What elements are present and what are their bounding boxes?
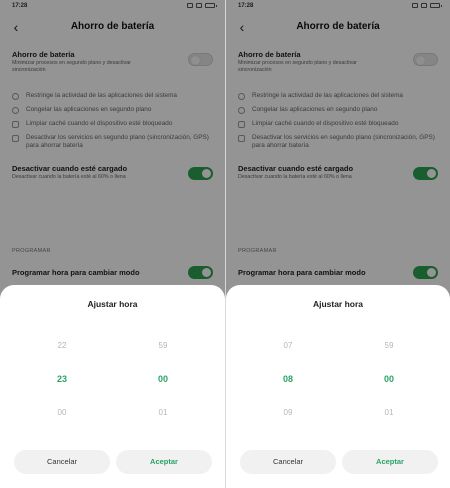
minute-option[interactable]: 01 <box>148 408 178 417</box>
accept-button[interactable]: Aceptar <box>342 450 438 474</box>
comparison-container: 17:28 ‹ Ahorro de batería Ahorro de bate… <box>0 0 450 488</box>
cancel-button[interactable]: Cancelar <box>14 450 110 474</box>
cancel-button[interactable]: Cancelar <box>240 450 336 474</box>
sheet-title: Ajustar hora <box>312 299 364 309</box>
accept-button[interactable]: Aceptar <box>116 450 212 474</box>
time-picker-sheet: Ajustar hora 07 08 09 59 00 01 Cancelar … <box>226 285 450 488</box>
hour-option[interactable]: 07 <box>273 341 303 350</box>
hour-selected[interactable]: 23 <box>47 374 77 384</box>
minute-option[interactable]: 59 <box>374 341 404 350</box>
hour-option[interactable]: 09 <box>273 408 303 417</box>
minute-selected[interactable]: 00 <box>148 374 178 384</box>
phone-screen-left: 17:28 ‹ Ahorro de batería Ahorro de bate… <box>0 0 225 488</box>
sheet-title: Ajustar hora <box>87 299 138 309</box>
minute-option[interactable]: 01 <box>374 408 404 417</box>
time-picker-sheet: Ajustar hora 22 23 00 59 00 01 Cancelar … <box>0 285 225 488</box>
phone-screen-right: 17:28 ‹ Ahorro de batería Ahorro de bate… <box>225 0 450 488</box>
hour-option[interactable]: 22 <box>47 341 77 350</box>
hour-option[interactable]: 00 <box>47 408 77 417</box>
minute-selected[interactable]: 00 <box>374 374 404 384</box>
minute-option[interactable]: 59 <box>148 341 178 350</box>
hour-selected[interactable]: 08 <box>273 374 303 384</box>
